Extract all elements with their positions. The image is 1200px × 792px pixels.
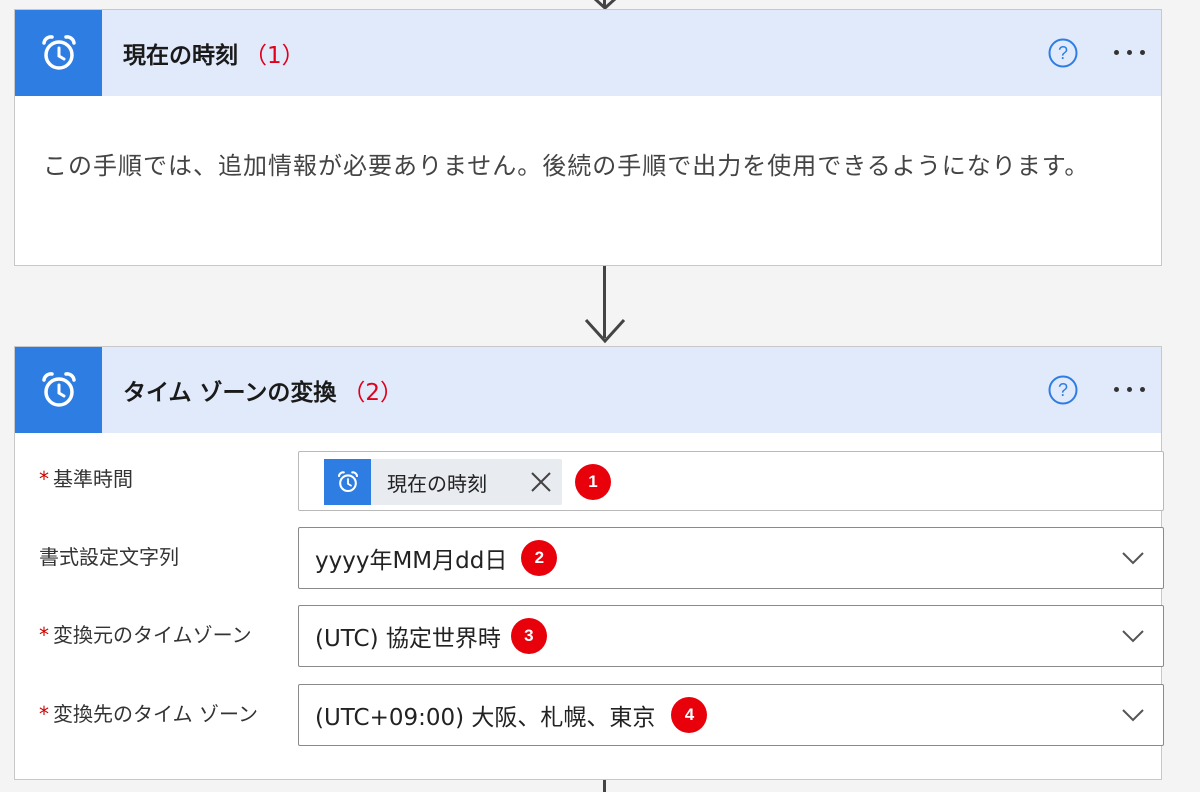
step-title-text: 現在の時刻 [123, 43, 238, 69]
field-value: (UTC+09:00) 大阪、札幌、東京 4 [315, 685, 708, 745]
field-value-text: (UTC) 協定世界時 [315, 626, 501, 652]
required-marker: * [39, 623, 49, 647]
field-label-text: 変換先のタイム ゾーン [53, 702, 258, 726]
step-description: この手順では、追加情報が必要ありません。後続の手順で出力を使用できるようになりま… [43, 152, 1090, 180]
step-icon-box [15, 10, 102, 96]
step-title-text: タイム ゾーンの変換 [123, 380, 337, 406]
step-header[interactable]: タイム ゾーンの変換 （2） ? [15, 347, 1161, 433]
step-annotation: （1） [244, 43, 305, 69]
close-icon[interactable] [529, 470, 553, 494]
required-marker: * [39, 467, 49, 491]
field-label: * 基準時間 [39, 463, 133, 492]
field-label: * 変換元のタイムゾーン [39, 619, 252, 648]
step-card-current-time: 現在の時刻 （1） ? この手順では、追加情報が必要ありません。後続の手順で出力を… [14, 9, 1162, 266]
step-annotation: （2） [342, 380, 404, 406]
annotation-badge: 1 [575, 464, 611, 500]
base-time-input[interactable]: 現在の時刻 1 [298, 451, 1164, 511]
svg-text:?: ? [1058, 43, 1068, 63]
alarm-clock-icon [337, 471, 358, 493]
step-icon-box [15, 347, 102, 433]
annotation-badge: 4 [671, 697, 708, 733]
step-title: タイム ゾーンの変換 （2） [123, 347, 403, 433]
field-label: 書式設定文字列 [39, 541, 179, 570]
step-header[interactable]: 現在の時刻 （1） ? [15, 10, 1161, 96]
field-value-text: yyyy年MM月dd日 [315, 548, 508, 574]
arrow-down-icon [584, 318, 626, 344]
help-circle-icon[interactable]: ? [1047, 37, 1079, 69]
field-label-text: 基準時間 [53, 467, 133, 491]
format-string-dropdown[interactable]: yyyy年MM月dd日 2 [298, 527, 1164, 589]
chevron-down-icon[interactable] [1121, 550, 1145, 566]
field-value: (UTC) 協定世界時 3 [315, 606, 547, 666]
token-label: 現在の時刻 [387, 471, 487, 496]
annotation-badge: 3 [510, 618, 547, 654]
chevron-down-icon[interactable] [1121, 707, 1145, 723]
field-label: * 変換先のタイム ゾーン [39, 698, 258, 727]
field-value: yyyy年MM月dd日 2 [315, 528, 558, 588]
dynamic-content-token[interactable]: 現在の時刻 [324, 459, 562, 505]
alarm-clock-icon [41, 35, 76, 70]
help-circle-icon[interactable]: ? [1047, 374, 1079, 406]
connector-bottom [603, 780, 606, 792]
field-label-text: 変換元のタイムゾーン [53, 623, 252, 647]
required-marker: * [39, 702, 49, 726]
field-value-text: (UTC+09:00) 大阪、札幌、東京 [315, 705, 656, 731]
svg-text:?: ? [1058, 380, 1068, 400]
step-card-convert-timezone: タイム ゾーンの変換 （2） ? * 基準時間 現在の時刻 1 書式設定文字列 … [14, 346, 1164, 780]
dest-timezone-dropdown[interactable]: (UTC+09:00) 大阪、札幌、東京 4 [298, 684, 1164, 746]
chevron-down-icon[interactable] [1121, 628, 1145, 644]
token-icon-box [324, 459, 371, 505]
source-timezone-dropdown[interactable]: (UTC) 協定世界時 3 [298, 605, 1164, 667]
ellipsis-icon[interactable] [1105, 32, 1153, 72]
annotation-badge: 2 [521, 540, 558, 576]
ellipsis-icon[interactable] [1105, 369, 1153, 409]
step-title: 現在の時刻 （1） [123, 10, 305, 96]
field-label-text: 書式設定文字列 [39, 545, 179, 569]
alarm-clock-icon [41, 372, 76, 407]
